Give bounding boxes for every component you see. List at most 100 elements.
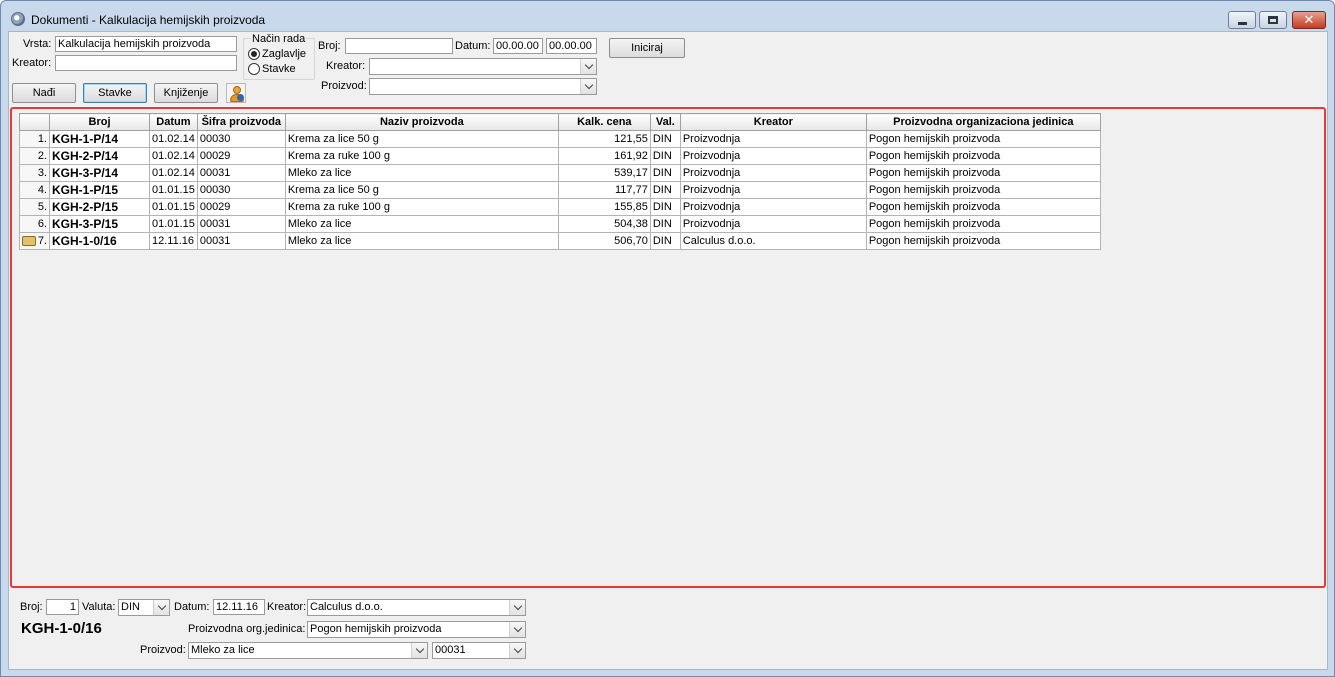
cell-naziv[interactable]: Mleko za lice <box>284 164 559 182</box>
table-row[interactable]: 6. KGH-3-P/15 01.01.15 00031 Mleko za li… <box>19 215 1101 233</box>
cell-sifra[interactable]: 00030 <box>196 130 286 148</box>
cell-broj[interactable]: KGH-1-0/16 <box>49 232 150 250</box>
column-header-naziv[interactable]: Naziv proizvoda <box>284 113 559 131</box>
cell-sifra[interactable]: 00031 <box>196 164 286 182</box>
table-row[interactable]: 5. KGH-2-P/15 01.01.15 00029 Krema za ru… <box>19 198 1101 216</box>
broj-field[interactable] <box>345 38 453 54</box>
chevron-down-icon[interactable] <box>580 59 596 74</box>
column-header-sifra[interactable]: Šifra proizvoda <box>196 113 286 131</box>
cell-cena[interactable]: 504,38 <box>557 215 651 233</box>
cell-kreator[interactable]: Proizvodnja <box>679 198 867 216</box>
table-row[interactable]: 2. KGH-2-P/14 01.02.14 00029 Krema za ru… <box>19 147 1101 165</box>
column-header-rownum[interactable] <box>19 113 50 131</box>
chevron-down-icon[interactable] <box>509 600 525 615</box>
cell-cena[interactable]: 155,85 <box>557 198 651 216</box>
cell-naziv[interactable]: Mleko za lice <box>284 215 559 233</box>
chevron-down-icon[interactable] <box>509 643 525 658</box>
table-row-current[interactable]: 7. KGH-1-0/16 12.11.16 00031 Mleko za li… <box>19 232 1101 250</box>
column-header-datum[interactable]: Datum <box>149 113 198 131</box>
cell-datum[interactable]: 01.01.15 <box>149 181 198 199</box>
cell-kreator[interactable]: Proizvodnja <box>679 164 867 182</box>
cell-kreator[interactable]: Calculus d.o.o. <box>679 232 867 250</box>
cell-naziv[interactable]: Krema za lice 50 g <box>284 130 559 148</box>
cell-datum[interactable]: 01.02.14 <box>149 147 198 165</box>
cell-org[interactable]: Pogon hemijskih proizvoda <box>865 198 1101 216</box>
datum-to-field[interactable]: 00.00.00 <box>546 38 597 54</box>
column-header-broj[interactable]: Broj <box>49 113 150 131</box>
detail-proizvod-code-combo[interactable]: 00031 <box>432 642 526 659</box>
cell-naziv[interactable]: Mleko za lice <box>284 232 559 250</box>
chevron-down-icon[interactable] <box>580 79 596 94</box>
cell-broj[interactable]: KGH-2-P/14 <box>49 147 150 165</box>
detail-proizvod-combo[interactable]: Mleko za lice <box>188 642 428 659</box>
items-button[interactable]: Stavke <box>83 83 147 103</box>
cell-org[interactable]: Pogon hemijskih proizvoda <box>865 232 1101 250</box>
mode-header-label[interactable]: Zaglavlje <box>262 48 306 60</box>
cell-org[interactable]: Pogon hemijskih proizvoda <box>865 215 1101 233</box>
cell-datum[interactable]: 01.02.14 <box>149 130 198 148</box>
posting-button[interactable]: Knjiženje <box>154 83 218 103</box>
mode-header-radio[interactable] <box>248 48 260 60</box>
cell-broj[interactable]: KGH-1-P/15 <box>49 181 150 199</box>
cell-broj[interactable]: KGH-2-P/15 <box>49 198 150 216</box>
cell-val[interactable]: DIN <box>649 181 681 199</box>
title-bar[interactable]: Dokumenti - Kalkulacija hemijskih proizv… <box>1 1 1334 31</box>
cell-broj[interactable]: KGH-3-P/15 <box>49 215 150 233</box>
table-row[interactable]: 1. KGH-1-P/14 01.02.14 00030 Krema za li… <box>19 130 1101 148</box>
cell-naziv[interactable]: Krema za ruke 100 g <box>284 198 559 216</box>
column-header-kreator[interactable]: Kreator <box>679 113 867 131</box>
maximize-button[interactable] <box>1259 11 1287 29</box>
cell-sifra[interactable]: 00030 <box>196 181 286 199</box>
cell-cena[interactable]: 539,17 <box>557 164 651 182</box>
cell-datum[interactable]: 01.01.15 <box>149 215 198 233</box>
cell-datum[interactable]: 01.01.15 <box>149 198 198 216</box>
chevron-down-icon[interactable] <box>153 600 169 615</box>
user-info-icon[interactable] <box>226 83 246 103</box>
cell-val[interactable]: DIN <box>649 164 681 182</box>
cell-sifra[interactable]: 00031 <box>196 232 286 250</box>
iniciraj-button[interactable]: Iniciraj <box>609 38 685 58</box>
detail-kreator-combo[interactable]: Calculus d.o.o. <box>307 599 526 616</box>
cell-kreator[interactable]: Proizvodnja <box>679 181 867 199</box>
cell-org[interactable]: Pogon hemijskih proizvoda <box>865 147 1101 165</box>
chevron-down-icon[interactable] <box>509 622 525 637</box>
cell-cena[interactable]: 161,92 <box>557 147 651 165</box>
detail-datum-field[interactable]: 12.11.16 <box>213 599 265 615</box>
cell-broj[interactable]: KGH-3-P/14 <box>49 164 150 182</box>
cell-val[interactable]: DIN <box>649 232 681 250</box>
cell-datum[interactable]: 12.11.16 <box>149 232 198 250</box>
cell-sifra[interactable]: 00031 <box>196 215 286 233</box>
find-button[interactable]: Nađi <box>12 83 76 103</box>
cell-sifra[interactable]: 00029 <box>196 198 286 216</box>
cell-org[interactable]: Pogon hemijskih proizvoda <box>865 130 1101 148</box>
valuta-combo[interactable]: DIN <box>118 599 170 616</box>
table-row[interactable]: 3. KGH-3-P/14 01.02.14 00031 Mleko za li… <box>19 164 1101 182</box>
mode-items-radio[interactable] <box>248 63 260 75</box>
kreator-field[interactable] <box>55 55 237 71</box>
cell-broj[interactable]: KGH-1-P/14 <box>49 130 150 148</box>
kreator-combo[interactable] <box>369 58 597 75</box>
cell-val[interactable]: DIN <box>649 215 681 233</box>
column-header-cena[interactable]: Kalk. cena <box>557 113 651 131</box>
cell-sifra[interactable]: 00029 <box>196 147 286 165</box>
close-button[interactable]: ✕ <box>1292 11 1326 29</box>
cell-cena[interactable]: 121,55 <box>557 130 651 148</box>
cell-naziv[interactable]: Krema za lice 50 g <box>284 181 559 199</box>
cell-kreator[interactable]: Proizvodnja <box>679 147 867 165</box>
cell-org[interactable]: Pogon hemijskih proizvoda <box>865 164 1101 182</box>
cell-cena[interactable]: 117,77 <box>557 181 651 199</box>
proizvod-combo[interactable] <box>369 78 597 95</box>
column-header-val[interactable]: Val. <box>649 113 681 131</box>
table-row[interactable]: 4. KGH-1-P/15 01.01.15 00030 Krema za li… <box>19 181 1101 199</box>
mode-items-label[interactable]: Stavke <box>262 63 296 75</box>
column-header-org[interactable]: Proizvodna organizaciona jedinica <box>865 113 1101 131</box>
cell-val[interactable]: DIN <box>649 130 681 148</box>
cell-datum[interactable]: 01.02.14 <box>149 164 198 182</box>
cell-val[interactable]: DIN <box>649 198 681 216</box>
cell-val[interactable]: DIN <box>649 147 681 165</box>
cell-cena[interactable]: 506,70 <box>557 232 651 250</box>
minimize-button[interactable] <box>1228 11 1256 29</box>
cell-kreator[interactable]: Proizvodnja <box>679 215 867 233</box>
cell-org[interactable]: Pogon hemijskih proizvoda <box>865 181 1101 199</box>
chevron-down-icon[interactable] <box>411 643 427 658</box>
